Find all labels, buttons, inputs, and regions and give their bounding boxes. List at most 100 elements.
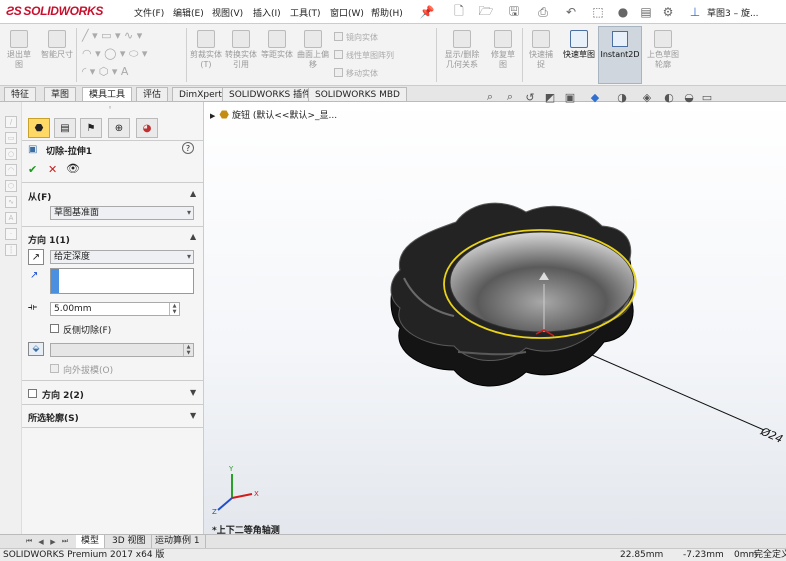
cursor-x: 22.85mm (620, 550, 664, 560)
polygon-tool-icon[interactable]: ⬡ (5, 180, 17, 192)
tab-dimxpert[interactable]: DimXpert (172, 87, 229, 101)
left-toolbar-strip: / ▭ ○ ◠ ⬡ ∿ A · ┆ (0, 102, 22, 548)
collapse-handle-icon[interactable]: ◦ (108, 104, 112, 112)
arc-tool-icon[interactable]: ◠ (5, 164, 17, 176)
solidworks-logo[interactable]: ƧS SOLIDWORKS (6, 4, 103, 20)
dropdown-arrow-icon: ▾ (186, 252, 191, 261)
arc-icon[interactable]: ◠ ▾ ◯ ▾ ⬭ ▾ (82, 47, 147, 61)
next-tab-icon[interactable]: ▶ (48, 536, 58, 547)
display-relations-button[interactable]: 显示/删除几何关系 (442, 30, 482, 70)
menu-tools[interactable]: 工具(T) (290, 6, 321, 19)
tab-motion-study[interactable]: 运动算例 1 (150, 535, 206, 548)
sketch-origin-icon: ⊥ (689, 5, 701, 19)
tab-addins[interactable]: SOLIDWORKS 插件 (222, 87, 319, 101)
rebuild-icon[interactable]: ● (615, 4, 631, 20)
ok-check-icon[interactable]: ✔ (28, 163, 37, 176)
smart-dimension-button[interactable]: 智能尺寸 (40, 30, 74, 60)
from-section-header[interactable]: 从(F) (28, 190, 51, 203)
direction2-section-header[interactable]: 方向 2(2) (42, 388, 84, 401)
from-start-select[interactable]: 草图基准面 ▾ (50, 206, 194, 220)
menu-window[interactable]: 窗口(W) (330, 6, 364, 19)
model-viewport[interactable]: Ø24 Y X Z (204, 102, 786, 534)
menu-edit[interactable]: 编辑(E) (173, 6, 204, 19)
menu-help[interactable]: 帮助(H) (371, 6, 403, 19)
separator (522, 28, 523, 82)
options-gear-icon[interactable]: ⚙ (660, 4, 676, 20)
dimxpert-tab-icon[interactable]: ⊕ (108, 118, 130, 138)
divider (22, 427, 204, 428)
draft-outward-checkbox (50, 364, 59, 373)
offset-entities-button[interactable]: 等距实体 (260, 30, 294, 60)
print-icon[interactable]: ⎙ (535, 4, 551, 20)
new-document-icon[interactable]: 🗋 (451, 4, 467, 20)
direction1-section-header[interactable]: 方向 1(1) (28, 233, 70, 246)
undo-icon[interactable]: ↶ (563, 4, 579, 20)
shaded-sketch-contours-button[interactable]: 上色草图轮廓 (646, 30, 680, 70)
line-tool-icon[interactable]: / (5, 116, 17, 128)
first-tab-icon[interactable]: ⏮ (24, 536, 34, 547)
expand-chevron-icon[interactable]: ▼ (190, 411, 196, 420)
tab-sketch[interactable]: 草图 (44, 87, 77, 101)
convert-entities-button[interactable]: 转换实体引用 (224, 30, 258, 70)
circle-tool-icon[interactable]: ○ (5, 148, 17, 160)
file-properties-icon[interactable]: ▤ (638, 4, 654, 20)
pin-icon[interactable]: 📌 (419, 4, 435, 20)
end-condition-select[interactable]: 给定深度 ▾ (50, 250, 194, 264)
tab-3d-views[interactable]: 3D 视图 (107, 535, 152, 548)
tab-evaluate[interactable]: 评估 (136, 87, 169, 101)
display-manager-tab-icon[interactable]: ◕ (136, 118, 158, 138)
help-icon[interactable]: ? (182, 142, 194, 154)
knob-recess (449, 231, 635, 333)
cancel-x-icon[interactable]: ✕ (48, 163, 57, 176)
feature-tree-tab-icon[interactable]: ▤ (54, 118, 76, 138)
move-entities-button[interactable]: 移动实体 (334, 68, 378, 79)
rectangle-tool-icon[interactable]: ▭ (5, 132, 17, 144)
line-icon[interactable]: ╱ ▾ ▭ ▾ ∿ ▾ (82, 29, 142, 42)
rapid-sketch-button[interactable]: 快速草图 (562, 30, 596, 60)
prev-tab-icon[interactable]: ◀ (36, 536, 46, 547)
instant2d-button[interactable]: Instant2D (598, 26, 642, 84)
flip-side-checkbox[interactable] (50, 324, 59, 333)
point-tool-icon[interactable]: · (5, 228, 17, 240)
document-title: 草图3 – 旋... (707, 9, 759, 19)
spin-arrows-icon[interactable]: ▲ ▼ (169, 303, 179, 315)
direction-vector-selection-box[interactable] (50, 268, 194, 294)
direction-vector-icon: ↗ (30, 270, 39, 281)
menu-insert[interactable]: 插入(I) (253, 6, 281, 19)
menu-file[interactable]: 文件(F) (134, 6, 164, 19)
repair-sketch-button[interactable]: 修复草图 (488, 30, 518, 70)
collapse-chevron-icon[interactable]: ▲ (190, 189, 196, 198)
fillet-icon[interactable]: ◜ ▾ ⬡ ▾ A (82, 65, 128, 78)
tab-mold-tools[interactable]: 模具工具 (82, 87, 133, 101)
depth-input[interactable]: 5.00mm ▲ ▼ (50, 302, 180, 316)
diameter-dimension[interactable]: Ø24 (758, 424, 785, 445)
quick-snaps-button[interactable]: 快速捕捉 (526, 30, 556, 70)
status-bar: SOLIDWORKS Premium 2017 x64 版 22.85mm -7… (0, 548, 786, 561)
select-icon[interactable]: ⬚ (590, 4, 606, 20)
tab-mbd[interactable]: SOLIDWORKS MBD (308, 87, 407, 101)
text-tool-icon[interactable]: A (5, 212, 17, 224)
save-icon[interactable]: 🖫 (506, 4, 522, 20)
last-tab-icon[interactable]: ⏭ (60, 536, 70, 547)
expand-chevron-icon[interactable]: ▼ (190, 388, 196, 397)
configuration-tab-icon[interactable]: ⚑ (80, 118, 102, 138)
trim-entities-button[interactable]: 剪裁实体(T) (190, 30, 222, 70)
preview-eye-icon[interactable]: 👁 (66, 162, 80, 175)
selected-contours-section-header[interactable]: 所选轮廓(S) (28, 411, 79, 424)
draft-icon[interactable]: ⬙ (28, 342, 44, 356)
spline-tool-icon[interactable]: ∿ (5, 196, 17, 208)
reverse-direction-icon[interactable]: ↗ (28, 249, 44, 265)
tab-model[interactable]: 模型 (76, 535, 106, 548)
offset-on-surface-button[interactable]: 曲面上偏移 (296, 30, 330, 70)
cut-extrude-icon: ▣ (28, 144, 38, 155)
collapse-chevron-icon[interactable]: ▲ (190, 232, 196, 241)
property-manager-tab-icon[interactable]: ⬣ (28, 118, 50, 138)
direction2-checkbox[interactable] (28, 389, 37, 398)
open-icon[interactable]: 🗁 (478, 4, 494, 20)
tab-features[interactable]: 特征 (4, 87, 37, 101)
menu-view[interactable]: 视图(V) (212, 6, 243, 19)
linear-pattern-button[interactable]: 线性草图阵列 (334, 50, 394, 61)
exit-sketch-button[interactable]: 退出草图 (4, 30, 34, 70)
mirror-entities-button[interactable]: 镜向实体 (334, 32, 378, 43)
centerline-tool-icon[interactable]: ┆ (5, 244, 17, 256)
